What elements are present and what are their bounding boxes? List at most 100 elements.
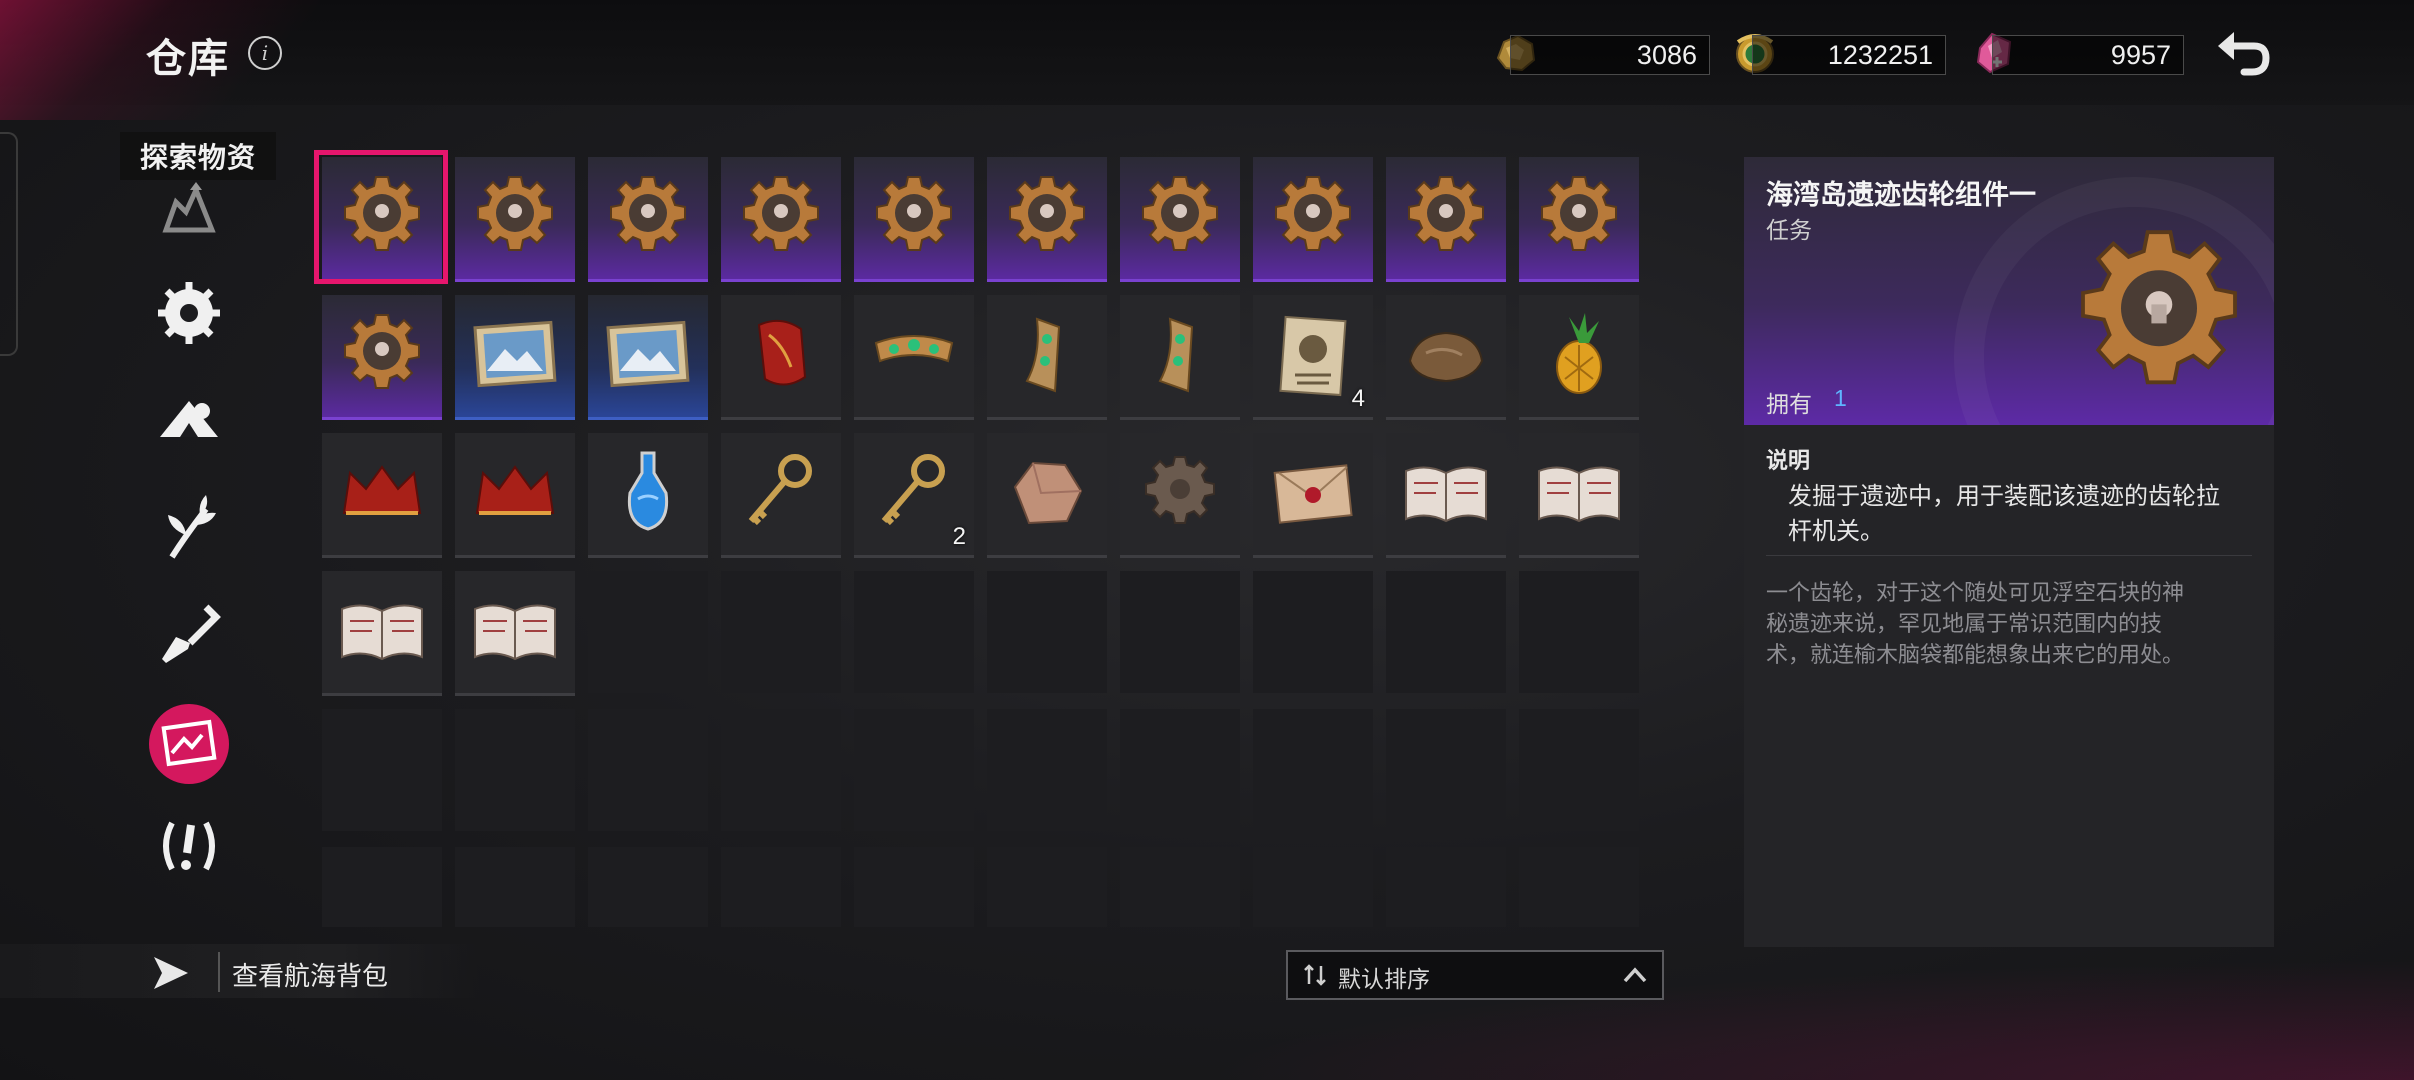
- empty-slot: [1386, 709, 1506, 831]
- empty-slot: [987, 709, 1107, 831]
- inventory-slot[interactable]: [455, 157, 575, 282]
- inventory-slot[interactable]: [322, 571, 442, 696]
- sort-dropdown[interactable]: 默认排序: [1286, 950, 1664, 1000]
- empty-slot: [1386, 571, 1506, 693]
- left-edge-handle[interactable]: [0, 132, 18, 356]
- inventory-slot[interactable]: [1386, 433, 1506, 558]
- item-name: 海湾岛遗迹齿轮组件一: [1766, 180, 2036, 210]
- inventory-slot[interactable]: [1253, 157, 1373, 282]
- empty-slot: [1253, 571, 1373, 693]
- gear-icon: [1541, 176, 1617, 251]
- empty-slot: [721, 847, 841, 927]
- inventory-slot[interactable]: [1519, 433, 1639, 558]
- inventory-slot[interactable]: [1120, 157, 1240, 282]
- lore-line: 术，就连榆木脑袋都能想象出来它的用处。: [1766, 642, 2185, 667]
- painting-icon: [473, 320, 557, 388]
- empty-slot: [322, 847, 442, 927]
- inventory-slot[interactable]: [987, 157, 1107, 282]
- gear-badge-icon[interactable]: [146, 270, 232, 356]
- map-icon[interactable]: [146, 701, 232, 787]
- empty-slot: [1120, 571, 1240, 693]
- item-count: 2: [952, 523, 966, 550]
- gold-currency: 1232251: [1752, 35, 1946, 75]
- inventory-slot[interactable]: [455, 571, 575, 696]
- red-cloth-icon: [757, 319, 807, 386]
- empty-slot: [721, 571, 841, 693]
- view-sailing-bag-label[interactable]: 查看航海背包: [232, 956, 388, 993]
- empty-slot: [588, 571, 708, 693]
- inventory-slot[interactable]: [322, 433, 442, 558]
- book-icon: [1538, 466, 1620, 523]
- inventory-slot[interactable]: [588, 157, 708, 282]
- book-icon: [341, 604, 423, 661]
- inventory-slot[interactable]: [721, 295, 841, 420]
- info-icon[interactable]: i: [248, 36, 282, 70]
- inventory-slot[interactable]: [854, 157, 974, 282]
- stone-icon: [1408, 331, 1484, 383]
- empty-slot: [455, 847, 575, 927]
- inventory-slot[interactable]: [455, 433, 575, 558]
- gear-icon: [1009, 176, 1085, 251]
- red-crown-icon: [342, 465, 422, 515]
- mountain-icon[interactable]: [146, 168, 232, 254]
- back-icon[interactable]: [2214, 26, 2274, 82]
- painting-icon: [606, 320, 690, 388]
- inventory-slot[interactable]: [987, 433, 1107, 558]
- inventory-slot[interactable]: [1519, 157, 1639, 282]
- inventory-slot[interactable]: [721, 433, 841, 558]
- inventory-slot[interactable]: [987, 295, 1107, 420]
- inventory-slot[interactable]: [1120, 295, 1240, 420]
- inventory-slot[interactable]: [721, 157, 841, 282]
- inventory-slot[interactable]: [1120, 433, 1240, 558]
- inventory-slot[interactable]: [322, 295, 442, 420]
- inventory-slot[interactable]: [588, 433, 708, 558]
- crystal-currency[interactable]: 9957: [1992, 35, 2184, 75]
- empty-slot: [322, 709, 442, 831]
- book-icon: [474, 604, 556, 661]
- description-line: 发掘于遗迹中，用于装配该遗迹的齿轮拉: [1788, 483, 2220, 510]
- potion-icon: [627, 451, 669, 531]
- inventory-slot[interactable]: 4: [1253, 295, 1373, 420]
- key-icon: [881, 454, 945, 526]
- inventory-slot[interactable]: [1386, 295, 1506, 420]
- sort-label: 默认排序: [1338, 966, 1430, 992]
- ore-value: 3086: [1636, 40, 1697, 70]
- detail-header: 海湾岛遗迹齿轮组件一 任务 拥有 1: [1744, 157, 2274, 425]
- page-title: 仓库: [146, 37, 230, 81]
- empty-slot: [854, 571, 974, 693]
- crystal-value: 9957: [2110, 40, 2171, 70]
- empty-slot: [1120, 847, 1240, 927]
- empty-slot: [1386, 847, 1506, 927]
- pineapple-icon: [1556, 313, 1602, 394]
- item-detail-panel: 海湾岛遗迹齿轮组件一 任务 拥有 1 说明 发掘于遗迹中，用于装配该遗迹的齿轮拉…: [1744, 157, 2274, 947]
- empty-slot: [1253, 709, 1373, 831]
- empty-slot: [987, 571, 1107, 693]
- empty-slot: [455, 709, 575, 831]
- gear-icon: [1408, 176, 1484, 251]
- inventory-slot[interactable]: [455, 295, 575, 420]
- gear-icon: [610, 176, 686, 251]
- inventory-slot[interactable]: [1519, 295, 1639, 420]
- inventory-slot[interactable]: [854, 295, 974, 420]
- gear-icon: [344, 314, 420, 389]
- description-title: 说明: [1766, 448, 1811, 473]
- inventory-slot[interactable]: [588, 295, 708, 420]
- gear-icon: [1142, 176, 1218, 251]
- inventory-slot[interactable]: [1386, 157, 1506, 282]
- inventory-slot[interactable]: [1253, 433, 1373, 558]
- empty-slot: [721, 709, 841, 831]
- plant-icon[interactable]: [146, 485, 232, 571]
- empty-slot: [854, 709, 974, 831]
- camp-icon[interactable]: [146, 375, 232, 461]
- lore-line: 秘遗迹来说，罕见地属于常识范围内的技: [1766, 611, 2163, 636]
- wanted-poster-icon: [1279, 315, 1347, 397]
- empty-slot: [588, 709, 708, 831]
- empty-slot: [854, 847, 974, 927]
- inventory-slot[interactable]: 2: [854, 433, 974, 558]
- alert-icon[interactable]: [146, 803, 232, 889]
- shovel-icon[interactable]: [146, 593, 232, 679]
- sort-icon: [1304, 964, 1326, 986]
- gear-icon: [2081, 230, 2237, 385]
- separator: [218, 952, 220, 992]
- stone-gear-icon: [1145, 456, 1215, 524]
